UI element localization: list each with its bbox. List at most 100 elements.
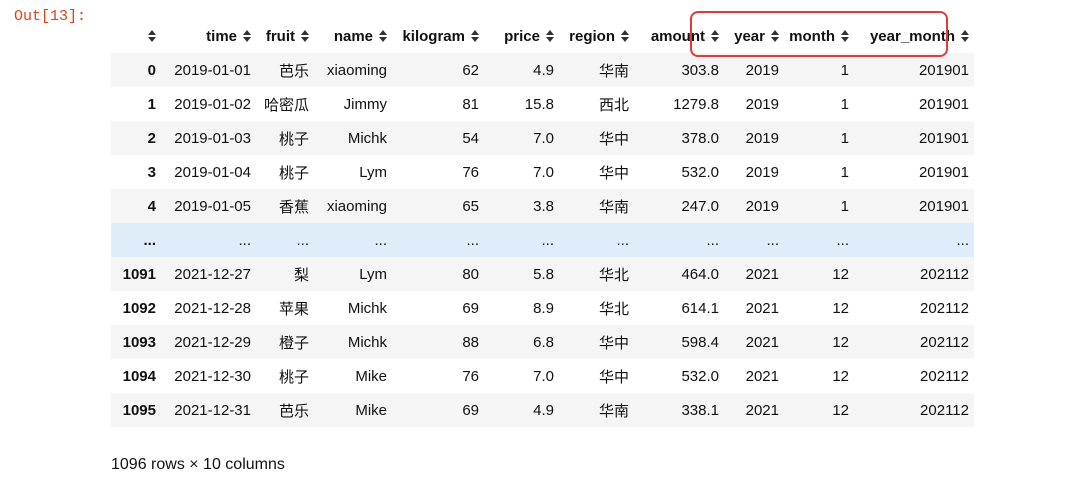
cell-price: 7.0: [533, 129, 554, 147]
cell-amount: 303.8: [681, 61, 719, 79]
header-index[interactable]: [111, 20, 161, 53]
cell-time: 2021-12-28: [174, 299, 251, 317]
sort-icon[interactable]: [471, 30, 479, 42]
cell-kilogram: 65: [462, 197, 479, 215]
sort-icon[interactable]: [546, 30, 554, 42]
header-price[interactable]: price: [484, 20, 559, 53]
cell-price: 3.8: [533, 197, 554, 215]
cell-month: 1: [840, 61, 849, 79]
cell-year: 2019: [745, 163, 779, 181]
row-index: 3: [147, 163, 156, 181]
cell-price: 4.9: [533, 61, 554, 79]
table-row: 2 2019-01-03 桃子 Michk 54 7.0 华中 378.0 2019 1 20190…: [111, 121, 974, 155]
header-fruit[interactable]: fruit: [256, 20, 314, 53]
cell-price: 7.0: [533, 163, 554, 181]
cell-year: 2021: [745, 265, 779, 283]
header-year[interactable]: year: [724, 20, 784, 53]
sort-icon[interactable]: [148, 30, 156, 42]
cell-region: 华北: [598, 266, 629, 284]
sort-icon[interactable]: [841, 30, 849, 42]
cell-month: 12: [832, 367, 849, 385]
cell-name: Lym: [359, 163, 387, 181]
sort-icon[interactable]: [301, 30, 309, 42]
header-label: price: [504, 28, 540, 45]
header-label: month: [789, 28, 835, 45]
cell-region: 华北: [598, 300, 629, 318]
cell-month: 1: [840, 95, 849, 113]
cell-name: Lym: [359, 265, 387, 283]
cell-kilogram: 76: [462, 367, 479, 385]
cell-region: 西北: [598, 96, 629, 114]
cell-year-month: 202112: [920, 299, 969, 317]
cell-region: 华中: [598, 164, 629, 182]
cell-kilogram: 54: [462, 129, 479, 147]
cell-month: 12: [832, 265, 849, 283]
cell-month: ...: [836, 231, 849, 249]
sort-icon[interactable]: [961, 30, 969, 42]
cell-amount: 464.0: [681, 265, 719, 283]
table-row: 1091 2021-12-27 梨 Lym 80 5.8 华北 464.0 2021 12 2021…: [111, 257, 974, 291]
row-index: 1091: [122, 265, 156, 283]
cell-fruit: 芭乐: [278, 402, 309, 420]
header-label: year_month: [869, 28, 955, 45]
header-label: year: [734, 28, 765, 45]
cell-year: 2021: [745, 333, 779, 351]
row-index: 0: [147, 61, 156, 79]
cell-amount: ...: [706, 231, 719, 249]
cell-fruit: ...: [296, 231, 309, 249]
cell-year: 2021: [745, 401, 779, 419]
row-index: ...: [143, 231, 156, 249]
cell-price: ...: [541, 231, 554, 249]
cell-kilogram: 62: [462, 61, 479, 79]
header-year-month[interactable]: year_month: [854, 20, 974, 53]
cell-month: 12: [832, 401, 849, 419]
cell-kilogram: 80: [462, 265, 479, 283]
cell-year: 2021: [745, 299, 779, 317]
cell-year-month: 202112: [920, 333, 969, 351]
dataframe-table: time fruit name kilogram price region amount ye…: [111, 20, 974, 427]
cell-kilogram: 69: [462, 401, 479, 419]
cell-fruit: 芭乐: [278, 62, 309, 80]
header-label: kilogram: [402, 28, 465, 45]
cell-year-month: 202112: [920, 401, 969, 419]
ellipsis-row: .................................: [111, 223, 974, 257]
cell-region: 华南: [598, 402, 629, 420]
row-index: 1094: [122, 367, 156, 385]
sort-icon[interactable]: [243, 30, 251, 42]
sort-icon[interactable]: [621, 30, 629, 42]
cell-amount: 532.0: [681, 367, 719, 385]
cell-name: Mike: [355, 401, 387, 419]
table-row: 1094 2021-12-30 桃子 Mike 76 7.0 华中 532.0 2021 12 20…: [111, 359, 974, 393]
header-time[interactable]: time: [161, 20, 256, 53]
sort-icon[interactable]: [379, 30, 387, 42]
cell-name: Michk: [347, 299, 387, 317]
header-month[interactable]: month: [784, 20, 854, 53]
header-kilogram[interactable]: kilogram: [392, 20, 484, 53]
cell-kilogram: 88: [462, 333, 479, 351]
cell-year-month: 201901: [918, 129, 969, 147]
cell-time: 2019-01-03: [174, 129, 251, 147]
cell-year-month: 201901: [918, 61, 969, 79]
cell-month: 12: [832, 333, 849, 351]
header-name[interactable]: name: [314, 20, 392, 53]
cell-region: 华南: [598, 198, 629, 216]
cell-time: 2019-01-05: [174, 197, 251, 215]
cell-price: 8.9: [533, 299, 554, 317]
cell-year: ...: [766, 231, 779, 249]
cell-region: ...: [616, 231, 629, 249]
cell-time: 2021-12-29: [174, 333, 251, 351]
row-index: 1: [147, 95, 156, 113]
row-index: 1093: [122, 333, 156, 351]
cell-time: 2019-01-02: [174, 95, 251, 113]
sort-icon[interactable]: [771, 30, 779, 42]
dataframe-summary: 1096 rows × 10 columns: [111, 456, 285, 473]
cell-fruit: 桃子: [278, 368, 309, 386]
cell-amount: 338.1: [681, 401, 719, 419]
header-region[interactable]: region: [559, 20, 634, 53]
table-row: 3 2019-01-04 桃子 Lym 76 7.0 华中 532.0 2019 1 201901: [111, 155, 974, 189]
cell-time: 2021-12-27: [174, 265, 251, 283]
header-amount[interactable]: amount: [634, 20, 724, 53]
sort-icon[interactable]: [711, 30, 719, 42]
cell-price: 7.0: [533, 367, 554, 385]
header-row: time fruit name kilogram price region amount ye…: [111, 20, 974, 53]
